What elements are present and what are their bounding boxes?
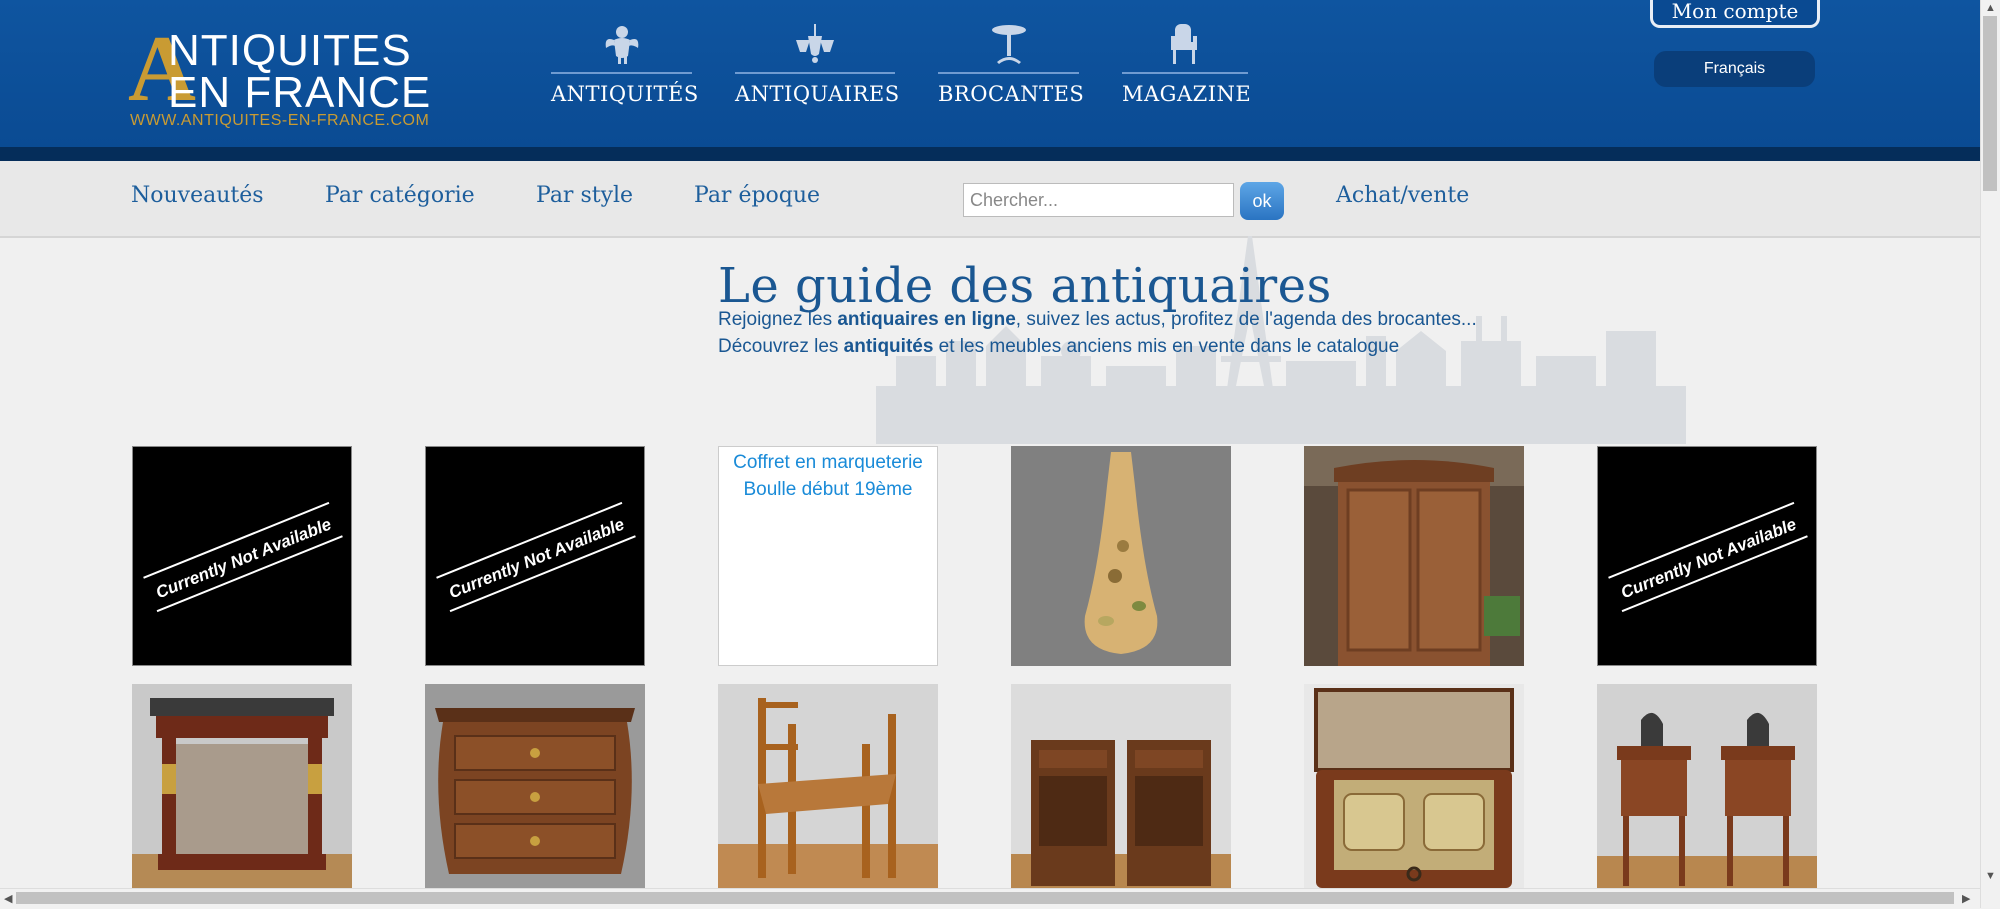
not-available-badge: Currently Not Available (153, 514, 334, 602)
product-tile[interactable]: Currently Not Available (425, 446, 645, 666)
hero-bold-link[interactable]: antiquités (844, 336, 934, 357)
hero-bold-link[interactable]: antiquaires en ligne (837, 309, 1015, 330)
topnav-label: ANTIQUITÉS (551, 82, 699, 106)
console-photo (132, 684, 352, 888)
hero-text: Découvrez les (718, 336, 844, 357)
not-available-placeholder: Currently Not Available (143, 501, 343, 613)
topnav-divider (551, 72, 692, 74)
scroll-left-arrow-icon[interactable]: ◀ (4, 892, 12, 905)
vertical-scrollbar-thumb[interactable] (1983, 16, 1997, 191)
not-available-badge: Currently Not Available (1618, 514, 1799, 602)
side-tables-photo (1597, 684, 1817, 888)
horizontal-scrollbar-thumb[interactable] (16, 892, 1954, 904)
cherub-icon (605, 26, 638, 64)
product-tile[interactable] (1011, 446, 1231, 666)
hero-line-1: Rejoignez les antiquaires en ligne, suiv… (718, 309, 1477, 331)
nav-par-categorie[interactable]: Par catégorie (325, 183, 475, 208)
topnav-divider (735, 72, 895, 74)
not-available-placeholder: Currently Not Available (436, 501, 636, 613)
armoire-photo (1304, 446, 1524, 666)
topnav-label: BROCANTES (938, 82, 1085, 106)
chandelier-icon (796, 24, 834, 63)
page-title: Le guide des antiquaires (718, 258, 1332, 314)
product-tile[interactable]: Currently Not Available (132, 446, 352, 666)
product-tile[interactable] (1011, 684, 1231, 888)
inkwell-box-photo (1304, 684, 1524, 888)
hero-text: Rejoignez les (718, 309, 838, 330)
product-tile[interactable] (1304, 446, 1524, 666)
search-input[interactable] (963, 183, 1234, 217)
commode-photo (425, 684, 645, 888)
armchair-icon (1171, 24, 1197, 64)
broken-image-alt-text[interactable]: Coffret en marqueterie Boulle début 19èm… (719, 447, 937, 503)
header-strip (0, 147, 1980, 161)
topnav-magazine[interactable]: MAGAZINE (1122, 22, 1252, 106)
product-tile[interactable] (425, 684, 645, 888)
topnav-antiquaires[interactable]: ANTIQUAIRES (735, 22, 899, 106)
product-tile[interactable] (718, 684, 938, 888)
not-available-placeholder: Currently Not Available (1608, 501, 1808, 613)
nav-par-epoque[interactable]: Par époque (694, 183, 820, 208)
product-tile[interactable]: Currently Not Available (1597, 446, 1817, 666)
topnav-divider (1122, 72, 1248, 74)
topnav-label: MAGAZINE (1122, 82, 1252, 106)
topnav-label: ANTIQUAIRES (735, 82, 900, 106)
product-tile[interactable] (132, 684, 352, 888)
topnav-antiquites[interactable]: ANTIQUITÉS (551, 22, 698, 106)
nav-achat-vente[interactable]: Achat/vente (1336, 183, 1469, 208)
logo-line-2: EN FRANCE (168, 68, 432, 117)
my-account-button[interactable]: Mon compte (1650, 0, 1820, 28)
search-submit-button[interactable]: ok (1240, 182, 1284, 220)
hero-text: , suivez les actus, profitez de l'agenda… (1015, 309, 1477, 330)
pedestal-table-icon (991, 25, 1026, 64)
product-tile[interactable]: Coffret en marqueterie Boulle début 19èm… (718, 446, 938, 666)
topnav-divider (938, 72, 1079, 74)
product-tile[interactable] (1304, 684, 1524, 888)
hero-text: et les meubles anciens mis en vente dans… (933, 336, 1400, 357)
scroll-down-arrow-icon[interactable]: ▼ (1985, 870, 1996, 882)
scroll-up-arrow-icon[interactable]: ▲ (1985, 2, 1996, 14)
nightstands-photo (1011, 684, 1231, 888)
not-available-badge: Currently Not Available (446, 514, 627, 602)
topnav-brocantes[interactable]: BROCANTES (938, 22, 1084, 106)
hero-line-2: Découvrez les antiquités et les meubles … (718, 336, 1399, 358)
site-logo[interactable]: A NTIQUITES EN FRANCE WWW.ANTIQUITES-EN-… (128, 22, 448, 132)
vase-photo (1011, 446, 1231, 666)
nav-nouveautes[interactable]: Nouveautés (131, 183, 264, 208)
language-selector[interactable]: Français (1654, 51, 1815, 87)
scroll-right-arrow-icon[interactable]: ▶ (1962, 892, 1970, 905)
logo-url: WWW.ANTIQUITES-EN-FRANCE.COM (130, 112, 430, 129)
product-tile[interactable] (1597, 684, 1817, 888)
bamboo-chair-photo (718, 684, 938, 888)
nav-par-style[interactable]: Par style (536, 183, 633, 208)
